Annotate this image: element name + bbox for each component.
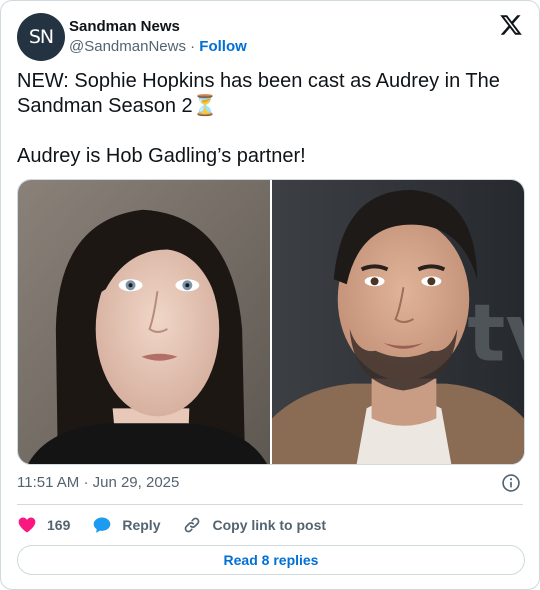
tweet-timestamp[interactable]: 11:51 AM · Jun 29, 2025 [17, 473, 179, 493]
handle-separator: · [190, 38, 196, 55]
copy-link-button[interactable]: Copy link to post [182, 515, 326, 535]
man-portrait-image: tv [272, 180, 524, 464]
info-icon[interactable] [501, 473, 521, 493]
avatar-initials: SN [28, 26, 54, 48]
tweet-text: NEW: Sophie Hopkins has been cast as Aud… [17, 69, 517, 169]
account-handle[interactable]: @SandmanNews [69, 38, 186, 55]
photo-left[interactable] [18, 180, 270, 464]
woman-portrait-image [18, 180, 270, 464]
handle-row: @SandmanNews · Follow [69, 37, 247, 57]
tweet-line-2: Audrey is Hob Gadling’s partner! [17, 145, 306, 167]
speech-bubble-icon [94, 517, 111, 533]
account-identity: Sandman News @SandmanNews · Follow [69, 17, 247, 57]
avatar[interactable]: SN [17, 13, 65, 61]
tweet-embed-card: SN Sandman News @SandmanNews · Follow NE… [0, 0, 540, 590]
tweet-line-1-text: NEW: Sophie Hopkins has been cast as Aud… [17, 70, 500, 117]
photo-right[interactable]: tv [272, 180, 524, 464]
hourglass-emoji: ⏳ [192, 95, 218, 117]
like-count: 169 [47, 517, 71, 533]
background-logo-text: tv [467, 287, 524, 380]
follow-link[interactable]: Follow [199, 38, 247, 55]
x-logo-icon[interactable] [499, 13, 523, 37]
media-grid: tv [17, 179, 525, 465]
like-button[interactable]: 169 [17, 515, 70, 535]
tweet-date: Jun 29, 2025 [92, 474, 180, 491]
timestamp-separator: · [83, 474, 89, 491]
copy-link-label: Copy link to post [212, 517, 327, 533]
tweet-line-1: NEW: Sophie Hopkins has been cast as Aud… [17, 69, 517, 119]
tweet-time: 11:51 AM [17, 474, 80, 491]
action-bar: 169 Reply Copy link to post [17, 513, 348, 537]
heart-icon [18, 517, 36, 533]
tweet-header: SN Sandman News @SandmanNews · Follow [17, 13, 523, 61]
reply-button[interactable]: Reply [92, 515, 160, 535]
read-replies-button[interactable]: Read 8 replies [17, 545, 525, 575]
divider [17, 504, 523, 505]
account-name[interactable]: Sandman News [69, 17, 247, 37]
reply-label: Reply [122, 517, 161, 533]
link-icon [185, 517, 200, 533]
